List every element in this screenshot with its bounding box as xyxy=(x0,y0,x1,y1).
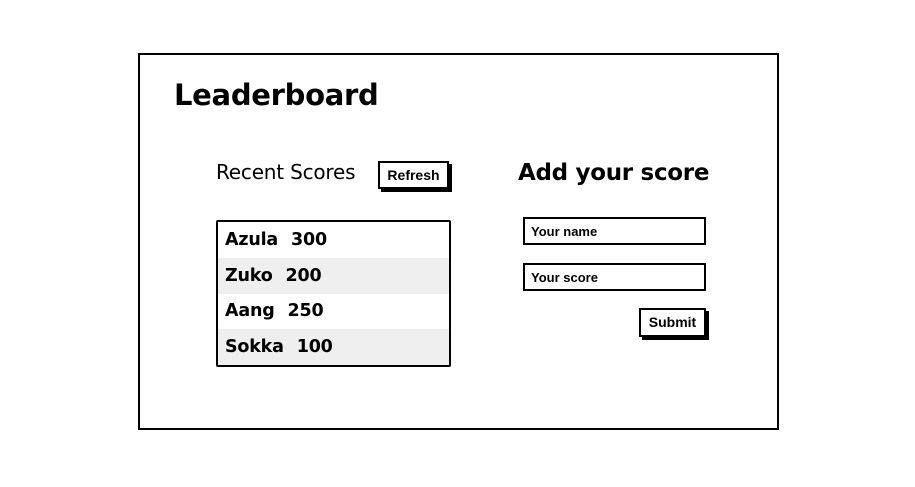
score-row: Zuko 200 xyxy=(218,257,449,294)
score-row: Aang 250 xyxy=(218,294,449,330)
score-row: Azula 300 xyxy=(218,222,449,258)
score-row-name: Aang xyxy=(225,301,275,322)
submit-button[interactable]: Submit xyxy=(639,308,706,337)
score-row-value: 300 xyxy=(291,229,327,250)
add-score-heading: Add your score xyxy=(518,160,710,186)
leaderboard-card: Leaderboard Recent Scores Refresh Azula … xyxy=(138,53,779,430)
score-input[interactable] xyxy=(523,263,706,291)
score-row-name: Zuko xyxy=(225,265,273,286)
recent-scores-heading: Recent Scores xyxy=(216,160,356,184)
score-row: Sokka 100 xyxy=(218,329,449,365)
name-input[interactable] xyxy=(523,217,706,245)
score-row-name: Azula xyxy=(225,229,278,250)
refresh-button[interactable]: Refresh xyxy=(378,161,449,189)
score-row-name: Sokka xyxy=(225,337,284,358)
score-row-value: 200 xyxy=(285,265,322,286)
score-list: Azula 300 Zuko 200 Aang 250 Sokka 100 xyxy=(216,220,451,367)
score-row-value: 100 xyxy=(296,337,333,358)
page-title: Leaderboard xyxy=(174,78,379,112)
score-row-value: 250 xyxy=(287,301,324,322)
